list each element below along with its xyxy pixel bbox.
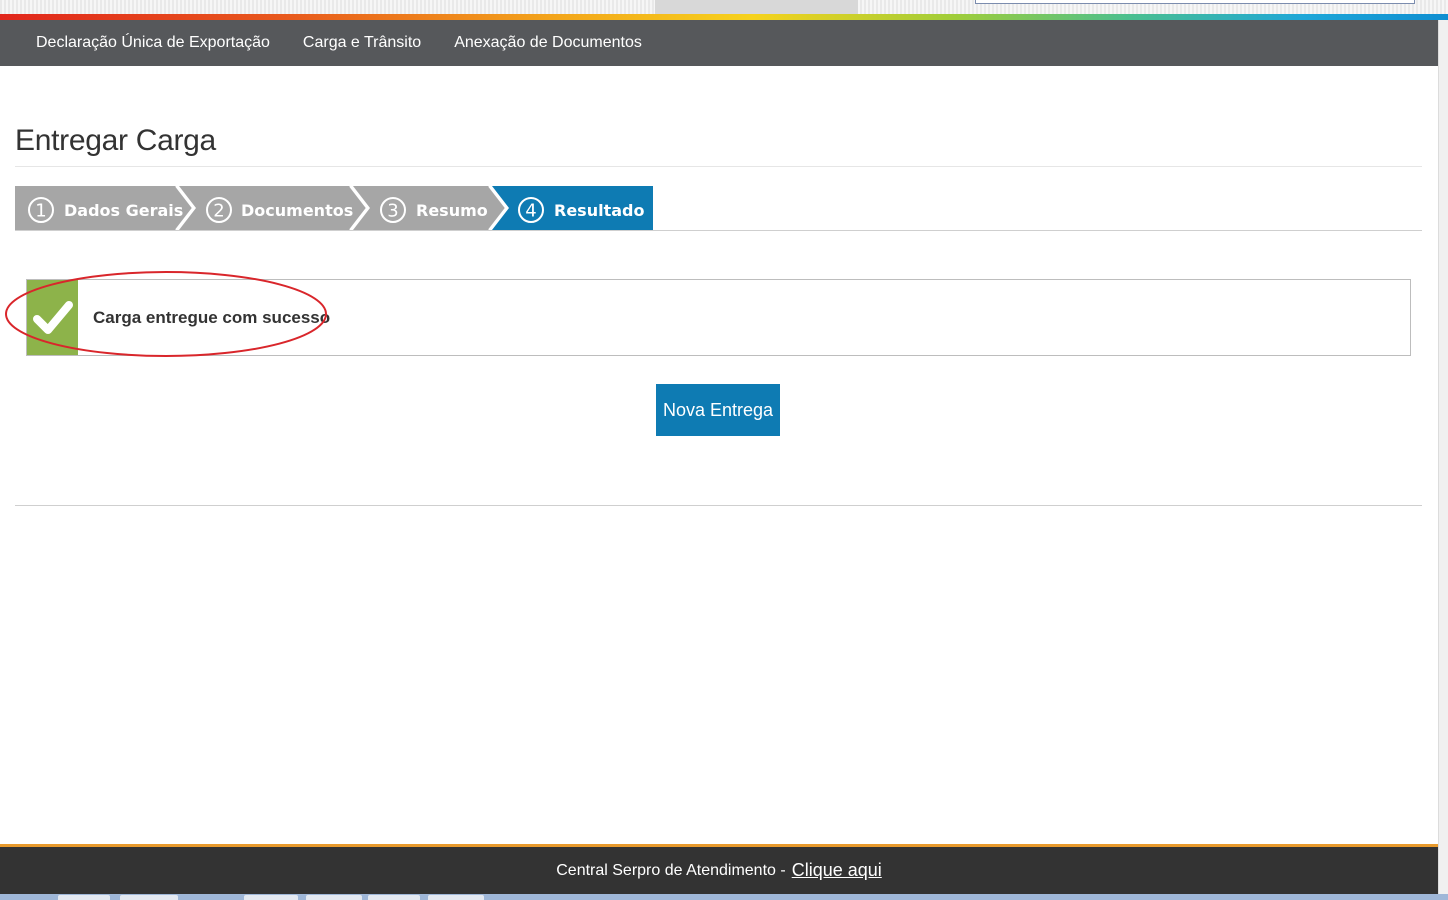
nova-entrega-button[interactable]: Nova Entrega xyxy=(656,384,780,436)
step-label: Resultado xyxy=(554,201,644,220)
step-label: Resumo xyxy=(416,201,488,220)
wizard-step-dados-gerais[interactable]: 1 Dados Gerais xyxy=(15,186,193,230)
step-number: 1 xyxy=(35,201,46,222)
os-taskbar xyxy=(0,894,1448,900)
browser-tab-gap xyxy=(655,0,858,14)
taskbar-button[interactable] xyxy=(306,895,362,900)
footer-link[interactable]: Clique aqui xyxy=(792,860,882,881)
taskbar-button[interactable] xyxy=(428,895,484,900)
content-bottom-divider xyxy=(15,505,1422,506)
step-label: Documentos xyxy=(241,201,353,220)
step-number: 3 xyxy=(387,201,398,222)
footer-text: Central Serpro de Atendimento - xyxy=(556,861,786,879)
nav-item-anexacao[interactable]: Anexação de Documentos xyxy=(454,34,642,52)
nav-item-carga-transito[interactable]: Carga e Trânsito xyxy=(303,34,421,52)
taskbar-button[interactable] xyxy=(120,895,178,900)
step-number: 4 xyxy=(525,201,536,222)
browser-address-box xyxy=(975,0,1415,4)
browser-top-strip xyxy=(0,0,1448,14)
taskbar-button[interactable] xyxy=(58,895,110,900)
wizard-divider xyxy=(15,230,1422,231)
taskbar-button[interactable] xyxy=(244,895,298,900)
page-title: Entregar Carga xyxy=(15,124,216,157)
wizard-step-resumo[interactable]: 3 Resumo xyxy=(353,186,506,230)
page-scrollbar[interactable] xyxy=(1438,20,1448,900)
main-nav: Declaração Única de Exportação Carga e T… xyxy=(0,20,1438,66)
title-divider xyxy=(15,166,1422,167)
wizard-step-documentos[interactable]: 2 Documentos xyxy=(179,186,367,230)
taskbar-button[interactable] xyxy=(368,895,420,900)
step-label: Dados Gerais xyxy=(64,201,183,220)
annotation-ellipse xyxy=(5,271,327,357)
wizard-step-resultado[interactable]: 4 Resultado xyxy=(492,186,653,230)
step-number: 2 xyxy=(213,201,224,222)
wizard-steps: 1 Dados Gerais 2 Documentos 3 Resumo 4 R… xyxy=(15,186,655,230)
nav-item-due[interactable]: Declaração Única de Exportação xyxy=(36,34,270,52)
page-footer: Central Serpro de Atendimento - Clique a… xyxy=(0,844,1438,894)
